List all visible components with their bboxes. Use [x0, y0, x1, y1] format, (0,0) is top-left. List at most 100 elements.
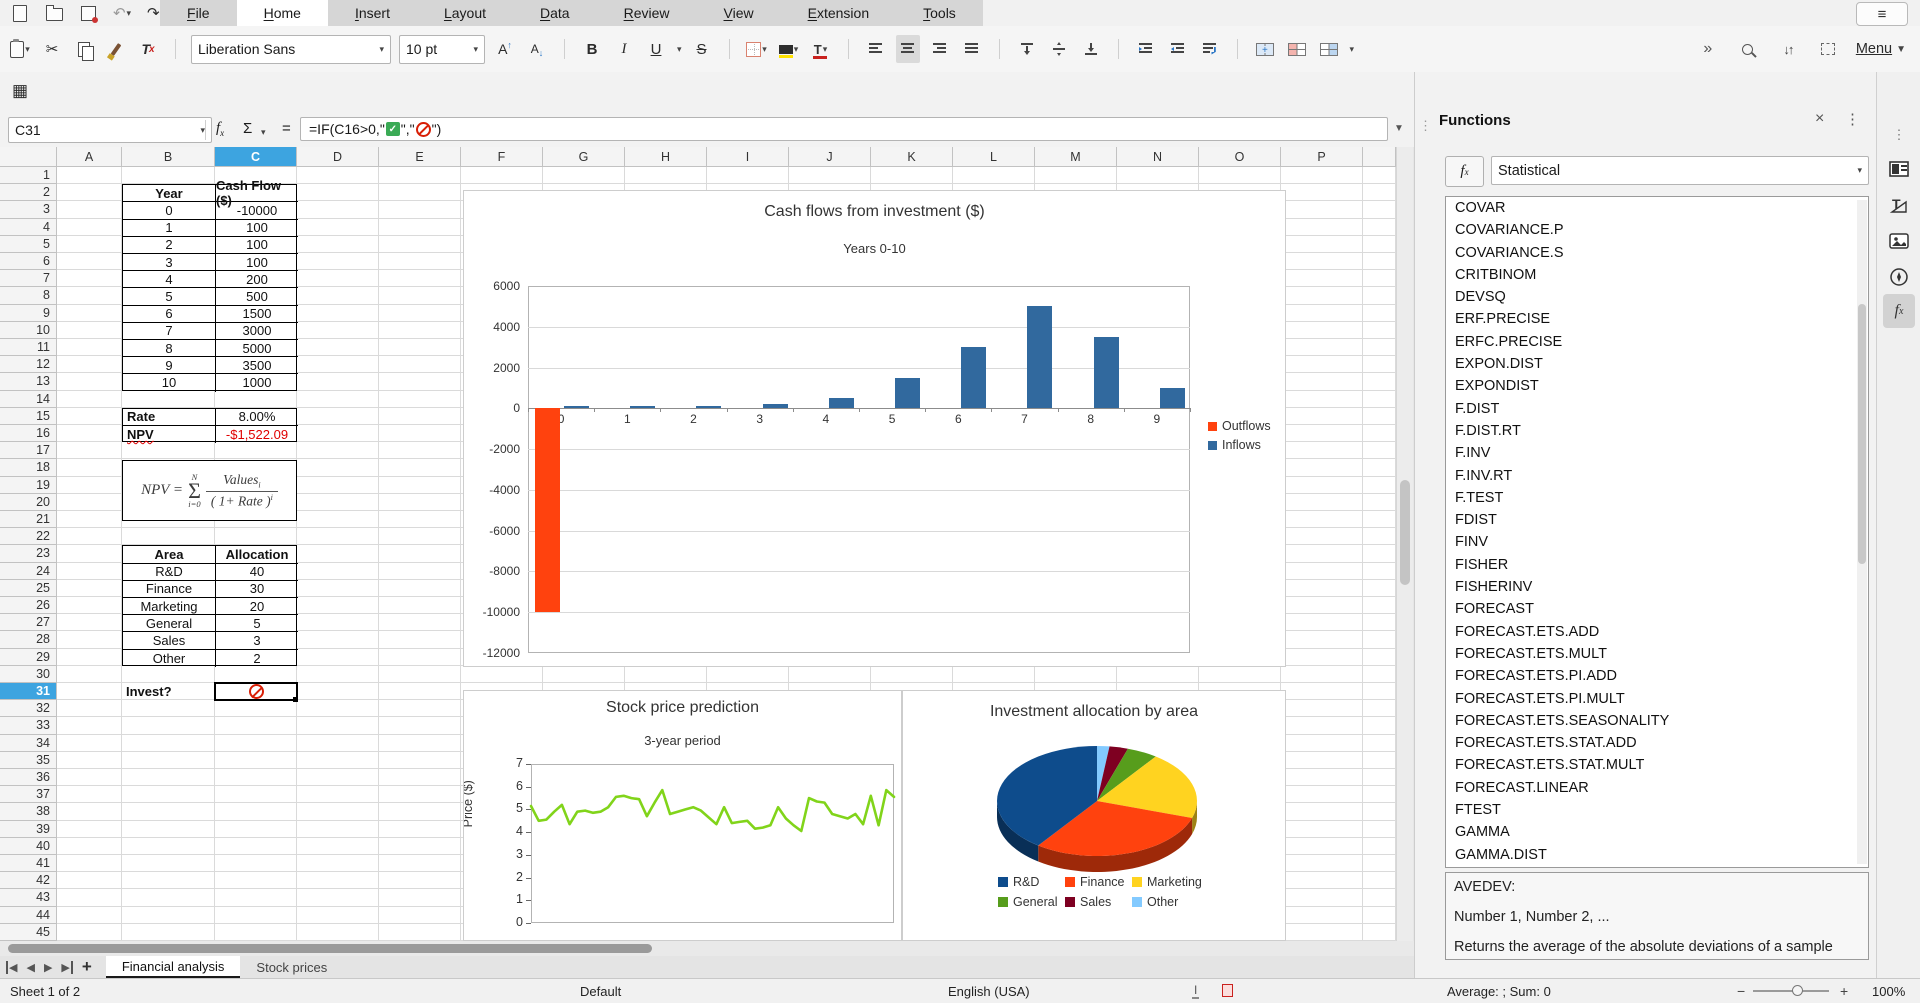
menu-tab-layout[interactable]: Layout — [417, 0, 513, 26]
menu-tab-file[interactable]: File — [160, 0, 237, 26]
function-list-item[interactable]: F.INV.RT — [1446, 465, 1868, 487]
gallery-deck-icon[interactable] — [1883, 226, 1915, 256]
row-header-38[interactable]: 38 — [0, 803, 57, 820]
function-list-item[interactable]: ERFC.PRECISE — [1446, 331, 1868, 353]
undo-icon[interactable]: ↶▾ — [110, 0, 134, 27]
row-header-37[interactable]: 37 — [0, 786, 57, 803]
function-list-item[interactable]: COVARIANCE.S — [1446, 242, 1868, 264]
table-cell[interactable]: 0 — [123, 202, 216, 219]
autofilter-icon[interactable] — [1816, 35, 1840, 63]
row-header-9[interactable]: 9 — [0, 305, 57, 322]
merge-cells-red-button[interactable] — [1285, 35, 1309, 63]
function-list-item[interactable]: FINV — [1446, 531, 1868, 553]
properties-deck-icon[interactable] — [1883, 154, 1915, 184]
row-header-2[interactable]: 2 — [0, 184, 57, 201]
zoom-slider-knob[interactable] — [1792, 985, 1803, 996]
unmerge-cells-button[interactable] — [1317, 35, 1341, 63]
table-cell[interactable]: 3000 — [216, 323, 298, 340]
invest-label[interactable]: Invest? — [122, 683, 215, 700]
row-header-31[interactable]: 31 — [0, 683, 57, 700]
table-cell[interactable]: 20 — [216, 598, 298, 615]
table-cell[interactable]: 100 — [216, 237, 298, 254]
row-header-10[interactable]: 10 — [0, 322, 57, 339]
equals-icon[interactable]: = — [282, 120, 291, 137]
function-list-item[interactable]: F.INV — [1446, 442, 1868, 464]
row-header-15[interactable]: 15 — [0, 408, 57, 425]
table-cell[interactable]: 6 — [123, 306, 216, 323]
find-replace-icon[interactable] — [1736, 35, 1760, 63]
function-list-item[interactable]: FISHERINV — [1446, 576, 1868, 598]
clear-formatting-button[interactable]: Tx — [136, 35, 160, 63]
zoom-in-icon[interactable]: + — [1840, 983, 1848, 999]
function-list-item[interactable]: EXPONDIST — [1446, 375, 1868, 397]
function-list-item[interactable]: FORECAST.ETS.ADD — [1446, 621, 1868, 643]
row-header-17[interactable]: 17 — [0, 442, 57, 459]
table-cell[interactable]: Area — [123, 546, 216, 563]
bold-button[interactable]: B — [580, 35, 604, 63]
merge-cells-button[interactable]: + — [1253, 35, 1277, 63]
menu-tab-extension[interactable]: Extension — [781, 0, 897, 26]
spreadsheet-grid[interactable]: ABCDEFGHIJKLMNOP123456789101112131415161… — [0, 147, 1396, 941]
column-header-J[interactable]: J — [789, 147, 871, 167]
functions-list-scrollbar[interactable] — [1857, 200, 1867, 864]
table-cell[interactable]: 100 — [216, 220, 298, 237]
toolbar-overflow-icon[interactable]: » — [1696, 35, 1720, 63]
horizontal-scrollbar-thumb[interactable] — [8, 944, 652, 953]
styles-deck-icon[interactable]: T — [1883, 190, 1915, 220]
panel-menu-icon[interactable]: ⋮ — [1845, 110, 1860, 128]
table-cell[interactable]: 4 — [123, 271, 216, 288]
table-cell[interactable]: 2 — [216, 650, 298, 667]
function-list-item[interactable]: FISHER — [1446, 554, 1868, 576]
row-header-16[interactable]: 16 — [0, 425, 57, 442]
zoom-out-icon[interactable]: − — [1737, 983, 1745, 999]
row-header-30[interactable]: 30 — [0, 666, 57, 683]
align-right-button[interactable] — [928, 35, 952, 63]
table-cell[interactable]: NPV — [123, 426, 216, 443]
wrap-text-button[interactable] — [1198, 35, 1222, 63]
column-header-extra[interactable] — [1363, 147, 1396, 167]
grid-corner-box[interactable] — [0, 147, 57, 167]
table-cell[interactable]: 3500 — [216, 357, 298, 374]
category-dropdown[interactable]: Statistical▾ — [1491, 156, 1869, 185]
column-header-L[interactable]: L — [953, 147, 1035, 167]
row-header-19[interactable]: 19 — [0, 477, 57, 494]
table-cell[interactable]: R&D — [123, 564, 216, 581]
name-box[interactable]: C31▾ — [8, 117, 212, 143]
column-header-K[interactable]: K — [871, 147, 953, 167]
font-color-button[interactable]: T▾ — [809, 35, 833, 63]
table-cell[interactable]: 8.00% — [216, 409, 298, 426]
row-header-21[interactable]: 21 — [0, 511, 57, 528]
function-list-item[interactable]: FORECAST.ETS.STAT.MULT — [1446, 754, 1868, 776]
hamburger-menu-button[interactable]: ≡ — [1856, 2, 1908, 26]
table-cell[interactable]: Cash Flow ($) — [216, 185, 298, 202]
function-list-item[interactable]: FORECAST.LINEAR — [1446, 777, 1868, 799]
row-header-13[interactable]: 13 — [0, 373, 57, 390]
row-header-44[interactable]: 44 — [0, 907, 57, 924]
increase-indent-button[interactable] — [1134, 35, 1158, 63]
row-header-33[interactable]: 33 — [0, 717, 57, 734]
align-top-button[interactable] — [1015, 35, 1039, 63]
table-cell[interactable]: Finance — [123, 581, 216, 598]
menu-tab-insert[interactable]: Insert — [328, 0, 417, 26]
row-header-23[interactable]: 23 — [0, 545, 57, 562]
cut-button[interactable]: ✂ — [40, 35, 64, 63]
table-cell[interactable]: 9 — [123, 357, 216, 374]
row-header-3[interactable]: 3 — [0, 201, 57, 218]
sheet-grid-icon[interactable]: ▦ — [12, 81, 28, 101]
table-cell[interactable]: 7 — [123, 323, 216, 340]
functions-deck-icon[interactable]: fx — [1883, 294, 1915, 328]
table-cell[interactable]: -$1,522.09 — [216, 426, 298, 443]
paste-button[interactable]: ▾ — [8, 35, 32, 63]
first-sheet-icon[interactable]: ◀ — [6, 961, 17, 974]
sheet-tab-stock-prices[interactable]: Stock prices — [240, 956, 343, 978]
npv-formula-image[interactable]: NPV =NΣi=0Valuesi( 1+ Rate )i — [122, 460, 297, 521]
next-sheet-icon[interactable]: ▶ — [44, 961, 52, 974]
sum-icon[interactable]: Σ — [243, 120, 252, 137]
table-cell[interactable]: Allocation — [216, 546, 298, 563]
table-cell[interactable]: 40 — [216, 564, 298, 581]
column-header-P[interactable]: P — [1281, 147, 1363, 167]
row-header-24[interactable]: 24 — [0, 563, 57, 580]
table-cell[interactable]: Other — [123, 650, 216, 667]
row-header-25[interactable]: 25 — [0, 580, 57, 597]
function-list-item[interactable]: CRITBINOM — [1446, 264, 1868, 286]
